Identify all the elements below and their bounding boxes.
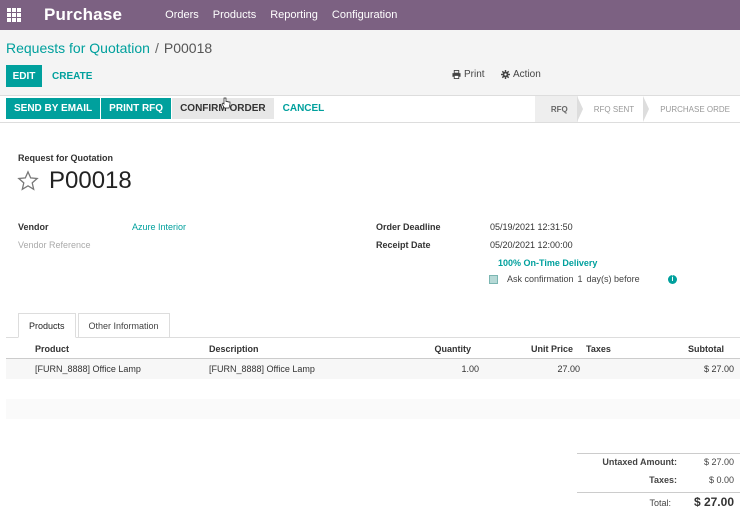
vendor-field[interactable]: Azure Interior [132,222,186,232]
app-name[interactable]: Purchase [44,5,122,25]
tab-divider [6,337,740,338]
stage-rfq[interactable]: RFQ [534,96,578,122]
order-deadline-label: Order Deadline [376,222,441,232]
empty-row [6,379,740,399]
col-product[interactable]: Product [35,339,69,359]
breadcrumb-rfq-link[interactable]: Requests for Quotation [6,40,150,56]
action-dropdown[interactable]: Action [501,69,541,80]
stage-purchase-order[interactable]: PURCHASE ORDE [643,96,740,122]
row-unit-price[interactable]: 27.00 [506,359,580,379]
top-navbar: Purchase Orders Products Reporting Confi… [0,0,740,30]
edit-button[interactable]: EDIT [6,65,42,87]
totals-divider [577,453,740,454]
order-deadline-field[interactable]: 05/19/2021 12:31:50 [490,222,573,232]
menu-item-configuration[interactable]: Configuration [332,9,397,21]
untaxed-row: Untaxed Amount: $ 27.00 [577,457,740,475]
untaxed-value: $ 27.00 [703,457,734,467]
print-rfq-button[interactable]: PRINT RFQ [101,98,172,119]
vendor-reference-label: Vendor Reference [18,240,91,250]
star-icon[interactable] [17,170,39,192]
stage-pipeline: RFQ RFQ SENT PURCHASE ORDE [534,96,740,122]
breadcrumb-current: P00018 [163,40,213,56]
ask-days-suffix: day(s) before [586,274,640,284]
send-by-email-button[interactable]: SEND BY EMAIL [6,98,101,119]
total-value: $ 27.00 [693,495,734,509]
taxes-label: Taxes: [649,475,677,485]
breadcrumb: Requests for Quotation / P00018 [6,40,212,56]
receipt-date-field[interactable]: 05/20/2021 12:00:00 [490,240,573,250]
mouse-cursor-icon [221,97,231,109]
col-taxes[interactable]: Taxes [586,339,611,359]
untaxed-label: Untaxed Amount: [602,457,677,467]
apps-grid-icon[interactable] [7,8,21,22]
col-subtotal[interactable]: Subtotal [656,339,724,359]
print-dropdown[interactable]: Print [452,69,485,80]
taxes-value: $ 0.00 [708,475,734,485]
tab-other-information[interactable]: Other Information [77,313,170,338]
menu-item-orders[interactable]: Orders [165,9,199,21]
ask-confirmation-label: Ask confirmation [507,274,574,284]
table-row[interactable]: [FURN_8888] Office Lamp [FURN_8888] Offi… [6,359,740,379]
lines-table-header: Product Description Quantity Unit Price … [6,339,740,359]
tab-products[interactable]: Products [18,313,76,338]
total-row: Total: $ 27.00 [577,495,740,513]
record-name: P00018 [49,167,132,194]
printer-icon [452,70,461,79]
print-label: Print [464,69,485,80]
status-bar: SEND BY EMAIL PRINT RFQ CONFIRM ORDER CA… [0,96,740,123]
menu-item-reporting[interactable]: Reporting [270,9,318,21]
col-quantity[interactable]: Quantity [406,339,471,359]
taxes-row: Taxes: $ 0.00 [577,475,740,493]
main-menu: Orders Products Reporting Configuration [165,9,411,21]
create-button[interactable]: CREATE [44,65,100,87]
form-title: Request for Quotation [18,153,113,163]
status-buttons: SEND BY EMAIL PRINT RFQ CONFIRM ORDER CA… [6,98,333,119]
row-subtotal[interactable]: $ 27.00 [656,359,734,379]
on-time-delivery-link[interactable]: 100% On-Time Delivery [498,258,597,268]
total-label: Total: [649,498,671,508]
menu-item-products[interactable]: Products [213,9,256,21]
ask-days-field[interactable]: 1 [578,274,583,284]
empty-row [6,399,740,419]
action-label: Action [513,69,541,80]
gear-icon [501,70,510,79]
form-sheet: SEND BY EMAIL PRINT RFQ CONFIRM ORDER CA… [0,95,740,519]
breadcrumb-separator: / [154,40,159,56]
col-description[interactable]: Description [209,339,259,359]
totals-divider [577,492,740,493]
vendor-label: Vendor [18,222,49,232]
receipt-date-label: Receipt Date [376,240,431,250]
row-product[interactable]: [FURN_8888] Office Lamp [35,359,141,379]
row-description[interactable]: [FURN_8888] Office Lamp [209,359,315,379]
col-unit-price[interactable]: Unit Price [506,339,573,359]
row-quantity[interactable]: 1.00 [406,359,479,379]
notebook-tabs: Products Other Information [18,313,170,338]
cancel-button[interactable]: CANCEL [275,98,333,119]
ask-confirmation-row: Ask confirmation 1 day(s) before [489,274,640,284]
stage-rfq-sent[interactable]: RFQ SENT [576,96,644,122]
ask-confirmation-checkbox[interactable] [489,274,498,284]
info-icon[interactable]: i [668,275,677,284]
